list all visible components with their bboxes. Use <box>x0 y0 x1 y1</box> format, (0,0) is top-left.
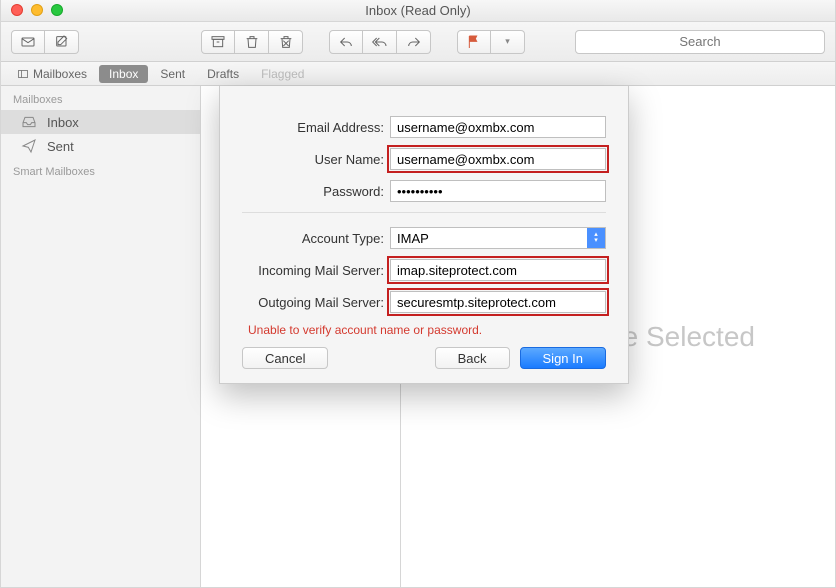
button-row: Cancel Back Sign In <box>242 347 606 369</box>
label-account-type: Account Type: <box>242 231 390 246</box>
cancel-button[interactable]: Cancel <box>242 347 328 369</box>
sidebar-icon <box>17 68 29 80</box>
sent-icon <box>21 138 37 154</box>
compose-button[interactable] <box>45 30 79 54</box>
titlebar: Inbox (Read Only) <box>1 0 835 22</box>
tab-label: Drafts <box>207 67 239 81</box>
reply-all-icon <box>372 34 388 50</box>
inbox-icon <box>21 114 37 130</box>
flag-button[interactable] <box>457 30 491 54</box>
compose-icon <box>54 34 70 50</box>
tab-mailboxes[interactable]: Mailboxes <box>7 65 97 83</box>
zoom-window-button[interactable] <box>51 4 63 16</box>
reply-all-button[interactable] <box>363 30 397 54</box>
tab-drafts[interactable]: Drafts <box>197 65 249 83</box>
back-button[interactable]: Back <box>435 347 510 369</box>
email-field[interactable] <box>390 116 606 138</box>
reply-icon <box>338 34 354 50</box>
close-window-button[interactable] <box>11 4 23 16</box>
sidebar-item-label: Sent <box>47 139 74 154</box>
sidebar-item-inbox[interactable]: Inbox <box>1 110 200 134</box>
trash-icon <box>244 34 260 50</box>
label-password: Password: <box>242 184 390 199</box>
tab-label: Sent <box>160 67 185 81</box>
reply-button[interactable] <box>329 30 363 54</box>
envelope-icon <box>20 34 36 50</box>
tab-label: Mailboxes <box>33 67 87 81</box>
incoming-server-field[interactable] <box>390 259 606 281</box>
label-email: Email Address: <box>242 120 390 135</box>
tab-sent[interactable]: Sent <box>150 65 195 83</box>
minimize-window-button[interactable] <box>31 4 43 16</box>
account-type-select[interactable]: IMAP <box>390 227 606 249</box>
tab-flagged[interactable]: Flagged <box>251 65 314 83</box>
tab-label: Flagged <box>261 67 304 81</box>
password-field[interactable] <box>390 180 606 202</box>
window-title: Inbox (Read Only) <box>365 3 471 18</box>
signin-button[interactable]: Sign In <box>520 347 606 369</box>
label-outgoing: Outgoing Mail Server: <box>242 295 390 310</box>
sidebar-item-sent[interactable]: Sent <box>1 134 200 158</box>
window-controls <box>11 4 63 16</box>
forward-icon <box>406 34 422 50</box>
app-window: Inbox (Read Only) <box>0 0 836 588</box>
delete-button[interactable] <box>235 30 269 54</box>
junk-icon <box>278 34 294 50</box>
username-field[interactable] <box>390 148 606 170</box>
archive-icon <box>210 34 226 50</box>
flag-menu-button[interactable]: ▾ <box>491 30 525 54</box>
flag-icon <box>466 34 482 50</box>
error-message: Unable to verify account name or passwor… <box>248 323 606 337</box>
forward-button[interactable] <box>397 30 431 54</box>
label-incoming: Incoming Mail Server: <box>242 263 390 278</box>
sidebar-header-smart: Smart Mailboxes <box>1 158 200 182</box>
outgoing-server-field[interactable] <box>390 291 606 313</box>
divider <box>242 212 606 213</box>
search-input[interactable] <box>575 30 825 54</box>
chevron-down-icon: ▾ <box>505 36 510 47</box>
sidebar-header-mailboxes: Mailboxes <box>1 86 200 110</box>
archive-button[interactable] <box>201 30 235 54</box>
get-mail-button[interactable] <box>11 30 45 54</box>
tab-label: Inbox <box>109 67 138 81</box>
select-caret-icon <box>587 228 605 248</box>
sidebar: Mailboxes Inbox Sent Smart Mailboxes <box>1 86 201 587</box>
tab-inbox[interactable]: Inbox <box>99 65 148 83</box>
toolbar: ▾ <box>1 22 835 62</box>
junk-button[interactable] <box>269 30 303 54</box>
label-username: User Name: <box>242 152 390 167</box>
account-type-value: IMAP <box>397 231 429 246</box>
sidebar-item-label: Inbox <box>47 115 79 130</box>
account-setup-sheet: Email Address: User Name: Password: Acco… <box>219 86 629 384</box>
favorites-bar: Mailboxes Inbox Sent Drafts Flagged <box>1 62 835 86</box>
